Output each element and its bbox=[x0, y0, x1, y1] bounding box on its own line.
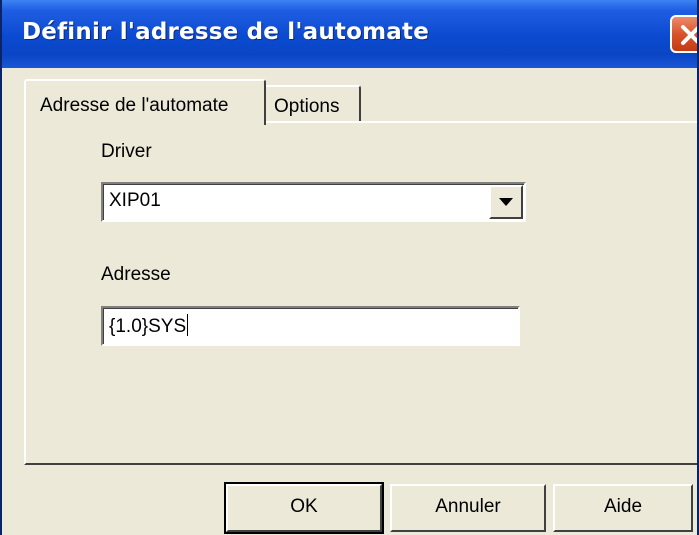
driver-label: Driver bbox=[101, 141, 152, 162]
window-title: Définir l'adresse de l'automate bbox=[22, 19, 429, 45]
chevron-down-icon bbox=[499, 198, 513, 206]
tab-label: Adresse de l'automate bbox=[40, 95, 229, 116]
cancel-button[interactable]: Annuler bbox=[390, 484, 546, 532]
driver-select[interactable]: XIP01 bbox=[101, 182, 526, 222]
close-icon bbox=[681, 25, 697, 45]
tab-options[interactable]: Options bbox=[266, 85, 361, 121]
text-caret bbox=[187, 314, 189, 336]
address-value: {1.0}SYS bbox=[109, 316, 187, 337]
dialog-window: Définir l'adresse de l'automate Adresse … bbox=[0, 0, 699, 535]
title-bar[interactable]: Définir l'adresse de l'automate bbox=[2, 0, 697, 68]
address-input[interactable]: {1.0}SYS bbox=[101, 306, 520, 346]
ok-button[interactable]: OK bbox=[224, 482, 384, 534]
help-button[interactable]: Aide bbox=[553, 484, 693, 532]
close-button[interactable] bbox=[670, 15, 697, 53]
driver-value: XIP01 bbox=[109, 190, 161, 211]
driver-dropdown-button[interactable] bbox=[489, 185, 523, 219]
address-label: Adresse bbox=[101, 264, 171, 285]
tab-panel bbox=[24, 121, 697, 465]
tab-adresse-automate[interactable]: Adresse de l'automate bbox=[24, 79, 266, 125]
address-value-wrap: {1.0}SYS bbox=[109, 314, 189, 338]
tab-label: Options bbox=[274, 96, 340, 117]
